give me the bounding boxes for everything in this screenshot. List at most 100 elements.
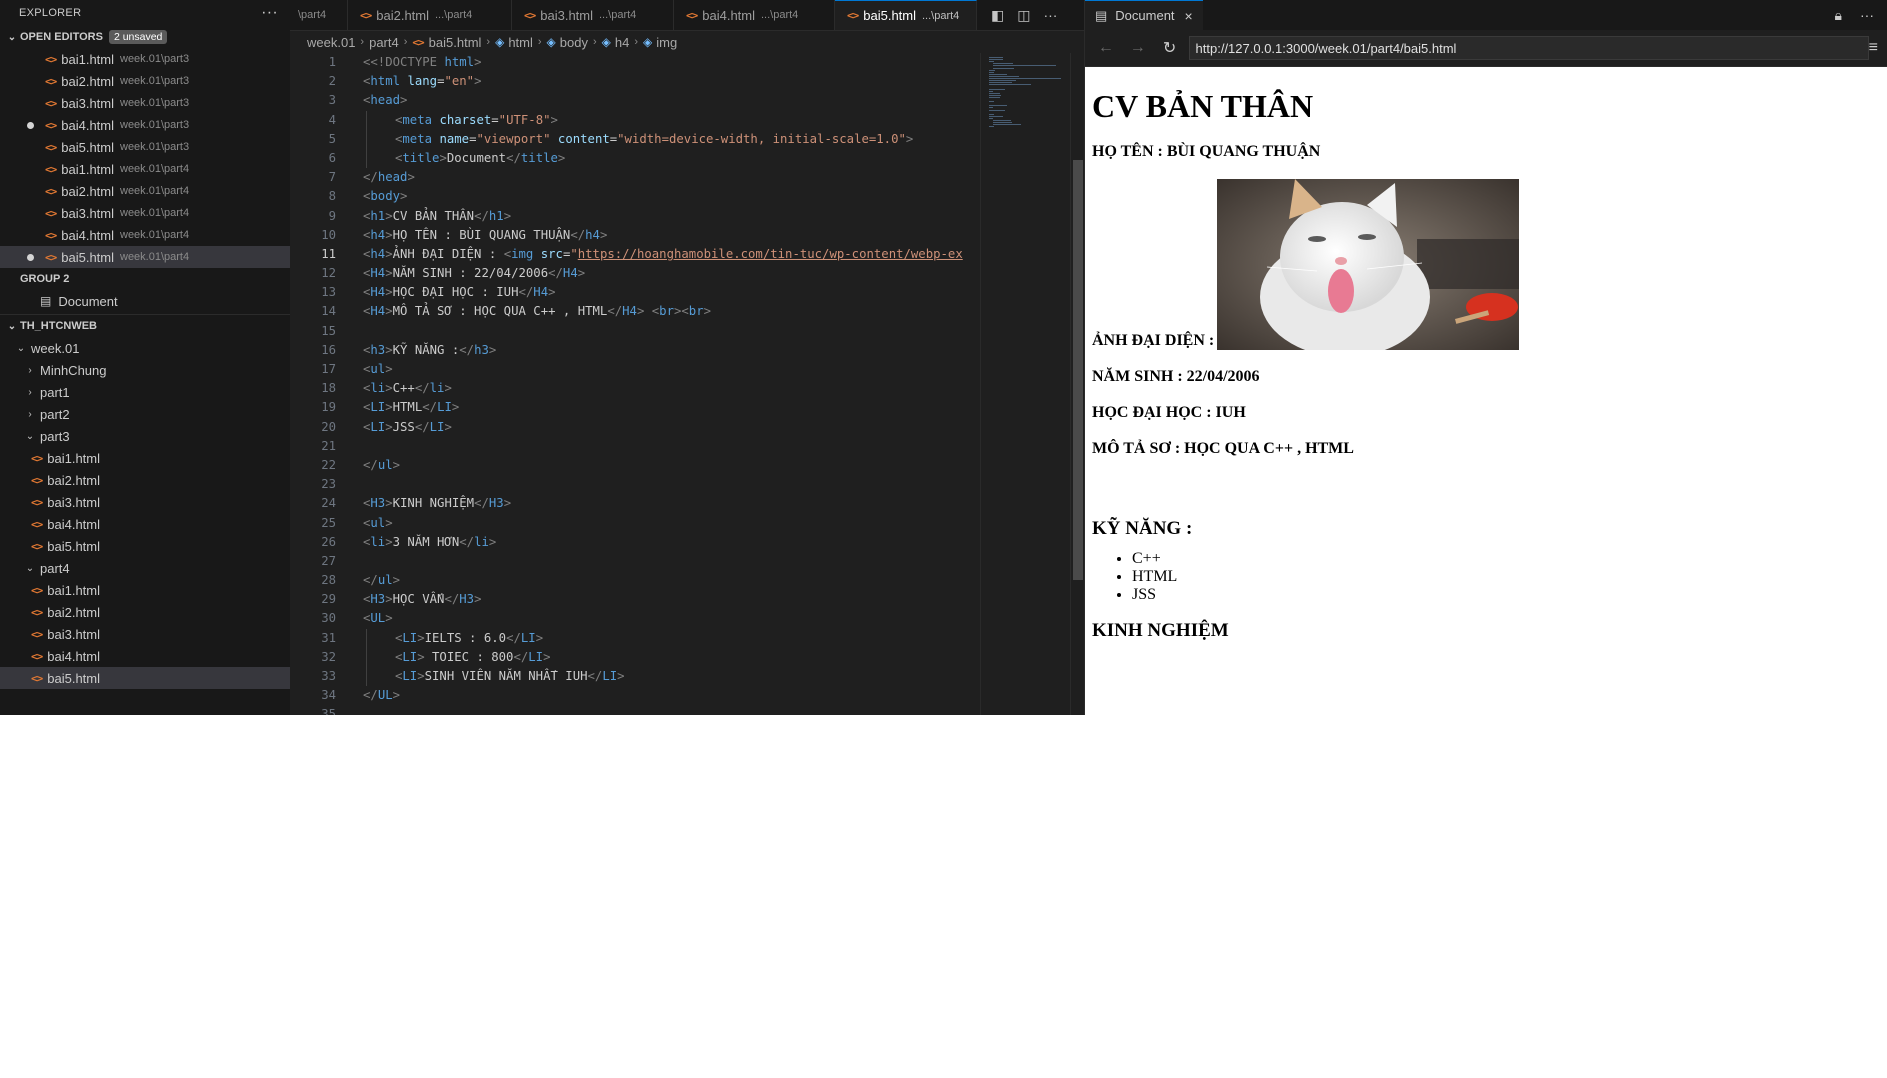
open-editor-item[interactable]: <> bai4.html week.01\part3 xyxy=(0,114,290,136)
code-line[interactable]: 4 <meta charset="UTF-8"> xyxy=(290,110,990,130)
open-editor-item[interactable]: <> bai3.html week.01\part4 xyxy=(0,202,290,224)
code-line[interactable]: 31 <LI>IELTS : 6.0</LI> xyxy=(290,628,990,648)
open-editor-item[interactable]: <> bai2.html week.01\part3 xyxy=(0,70,290,92)
code-line[interactable]: 20 <LI>JSS</LI> xyxy=(290,418,990,437)
code-line[interactable]: 8 <body> xyxy=(290,187,990,206)
code-line[interactable]: 9 <h1>CV BẢN THÂN</h1> xyxy=(290,207,990,226)
menu-icon[interactable]: ≡ xyxy=(1869,39,1878,57)
lock-icon[interactable]: 🔒︎ xyxy=(1835,7,1842,24)
code-line[interactable]: 2 <html lang="en"> xyxy=(290,72,990,91)
file-item[interactable]: <> bai4.html xyxy=(0,513,290,535)
url-input[interactable] xyxy=(1188,36,1869,60)
code-line[interactable]: 27 xyxy=(290,552,990,571)
code-line[interactable]: 29 <H3>HỌC VẤN</H3> xyxy=(290,590,990,609)
code-line[interactable]: 5 <meta name="viewport" content="width=de… xyxy=(290,129,990,149)
close-icon[interactable]: × xyxy=(1185,8,1193,24)
code-line[interactable]: 35 xyxy=(290,705,990,715)
code-line[interactable]: 6 <title>Document</title> xyxy=(290,148,990,169)
code-line[interactable]: 23 xyxy=(290,475,990,494)
folder-item[interactable]: › part1 xyxy=(0,381,290,403)
breadcrumb-week01[interactable]: week.01 xyxy=(307,35,355,50)
code-line[interactable]: 7 </head> xyxy=(290,168,990,187)
breadcrumb-html[interactable]: html xyxy=(508,35,533,50)
tab-bai4[interactable]: <> bai4.html ...\part4 xyxy=(674,0,835,30)
open-editor-item[interactable]: <> bai3.html week.01\part3 xyxy=(0,92,290,114)
open-editor-item[interactable]: <> bai1.html week.01\part4 xyxy=(0,158,290,180)
code-line[interactable]: 18 <li>C++</li> xyxy=(290,379,990,398)
scrollbar-thumb[interactable] xyxy=(1073,160,1083,580)
code-line[interactable]: 21 xyxy=(290,437,990,456)
folder-part3[interactable]: ⌄ part3 xyxy=(0,425,290,447)
code-line[interactable]: 16 <h3>KỸ NĂNG :</h3> xyxy=(290,341,990,360)
explorer-more-icon[interactable]: ··· xyxy=(261,4,278,22)
minimap[interactable] xyxy=(980,53,1071,715)
code-line[interactable]: 3 <head> xyxy=(290,91,990,110)
code-line[interactable]: 22 </ul> xyxy=(290,456,990,475)
code-line[interactable]: 34 </UL> xyxy=(290,686,990,705)
code-line[interactable]: 12 <H4>NĂM SINH : 22/04/2006</H4> xyxy=(290,264,990,283)
reload-icon[interactable]: ↻ xyxy=(1159,38,1181,58)
code-text: <LI> TOIEC : 800</LI> xyxy=(395,649,551,664)
forward-icon[interactable]: → xyxy=(1127,39,1149,57)
breadcrumb-part4[interactable]: part4 xyxy=(369,35,399,50)
code-editor[interactable]: 1 <<!DOCTYPE html> 2 <html lang="en"> 3 <head… xyxy=(290,53,990,715)
breadcrumb-file[interactable]: bai5.html xyxy=(429,35,482,50)
code-line[interactable]: 14 <H4>MÔ TẢ SƠ : HỌC QUA C++ , HTML</H4>… xyxy=(290,302,990,321)
unsaved-dot-icon[interactable] xyxy=(27,122,34,129)
file-item[interactable]: <> bai5.html xyxy=(0,667,290,689)
code-line[interactable]: 11 <h4>ẢNH ĐẠI DIỆN : <img src="https://h… xyxy=(290,245,990,264)
breadcrumb-body[interactable]: body xyxy=(560,35,588,50)
code-text: <LI>SINH VIÊN NĂM NHẤT IUH</LI> xyxy=(395,669,625,683)
file-item[interactable]: <> bai3.html xyxy=(0,623,290,645)
code-line[interactable]: 17 <ul> xyxy=(290,360,990,379)
split-editor-icon[interactable]: ◫ xyxy=(1017,7,1030,24)
code-line[interactable]: 25 <ul> xyxy=(290,514,990,533)
file-item[interactable]: <> bai5.html xyxy=(0,535,290,557)
file-item[interactable]: <> bai2.html xyxy=(0,601,290,623)
open-editor-document[interactable]: ▤ Document xyxy=(0,290,290,312)
code-line[interactable]: 10 <h4>HỌ TÊN : BÙI QUANG THUẬN</h4> xyxy=(290,226,990,245)
open-editors-section[interactable]: ⌄ OPEN EDITORS 2 unsaved xyxy=(0,26,290,48)
code-line[interactable]: 13 <H4>HỌC ĐẠI HỌC : IUH</H4> xyxy=(290,283,990,302)
more-actions-icon[interactable]: ··· xyxy=(1043,7,1057,23)
chevron-right-icon: › xyxy=(28,364,32,376)
file-item[interactable]: <> bai2.html xyxy=(0,469,290,491)
folder-item[interactable]: › MinhChung xyxy=(0,359,290,381)
code-line[interactable]: 28 </ul> xyxy=(290,571,990,590)
tab-bai3[interactable]: <> bai3.html ...\part4 xyxy=(512,0,674,30)
code-line[interactable]: 30 <UL> xyxy=(290,609,990,628)
project-section[interactable]: ⌄ TH_HTCNWEB xyxy=(0,315,290,337)
open-editor-item[interactable]: <> bai1.html week.01\part3 xyxy=(0,48,290,70)
code-line[interactable]: 1 <<!DOCTYPE html> xyxy=(290,53,990,72)
folder-week01[interactable]: ⌄ week.01 xyxy=(0,337,290,359)
tab-bai2[interactable]: <> bai2.html ...\part4 xyxy=(348,0,512,30)
open-editor-item[interactable]: <> bai4.html week.01\part4 xyxy=(0,224,290,246)
file-item[interactable]: <> bai3.html xyxy=(0,491,290,513)
file-item[interactable]: <> bai1.html xyxy=(0,579,290,601)
open-editor-item[interactable]: <> bai5.html week.01\part4 xyxy=(0,246,290,268)
back-icon[interactable]: ← xyxy=(1095,39,1117,57)
tab-part4-partial[interactable]: \part4 xyxy=(290,0,348,30)
tab-document[interactable]: ▤ Document × xyxy=(1085,0,1203,30)
tab-bai5[interactable]: <> bai5.html ...\part4 xyxy=(835,0,977,30)
code-line[interactable]: 26 <li>3 NĂM HƠN</li> xyxy=(290,533,990,552)
code-line[interactable]: 33 <LI>SINH VIÊN NĂM NHẤT IUH</LI> xyxy=(290,667,990,687)
open-preview-icon[interactable]: ◧ xyxy=(991,7,1004,24)
file-item[interactable]: <> bai4.html xyxy=(0,645,290,667)
folder-item[interactable]: › part2 xyxy=(0,403,290,425)
editor-scrollbar[interactable] xyxy=(1070,53,1085,715)
file-item[interactable]: <> bai1.html xyxy=(0,447,290,469)
more-actions-icon[interactable]: ··· xyxy=(1860,7,1874,24)
code-line[interactable]: 19 <LI>HTML</LI> xyxy=(290,398,990,417)
breadcrumb-h4[interactable]: h4 xyxy=(615,35,629,50)
open-editor-item[interactable]: <> bai2.html week.01\part4 xyxy=(0,180,290,202)
open-editor-item[interactable]: <> bai5.html week.01\part3 xyxy=(0,136,290,158)
unsaved-dot-icon[interactable] xyxy=(27,254,34,261)
breadcrumb-img[interactable]: img xyxy=(656,35,677,50)
code-line[interactable]: 24 <H3>KINH NGHIỆM</H3> xyxy=(290,494,990,513)
line-breaks xyxy=(1092,458,1887,518)
code-line[interactable]: 15 xyxy=(290,322,990,341)
folder-part4[interactable]: ⌄ part4 xyxy=(0,557,290,579)
code-line[interactable]: 32 <LI> TOIEC : 800</LI> xyxy=(290,647,990,667)
